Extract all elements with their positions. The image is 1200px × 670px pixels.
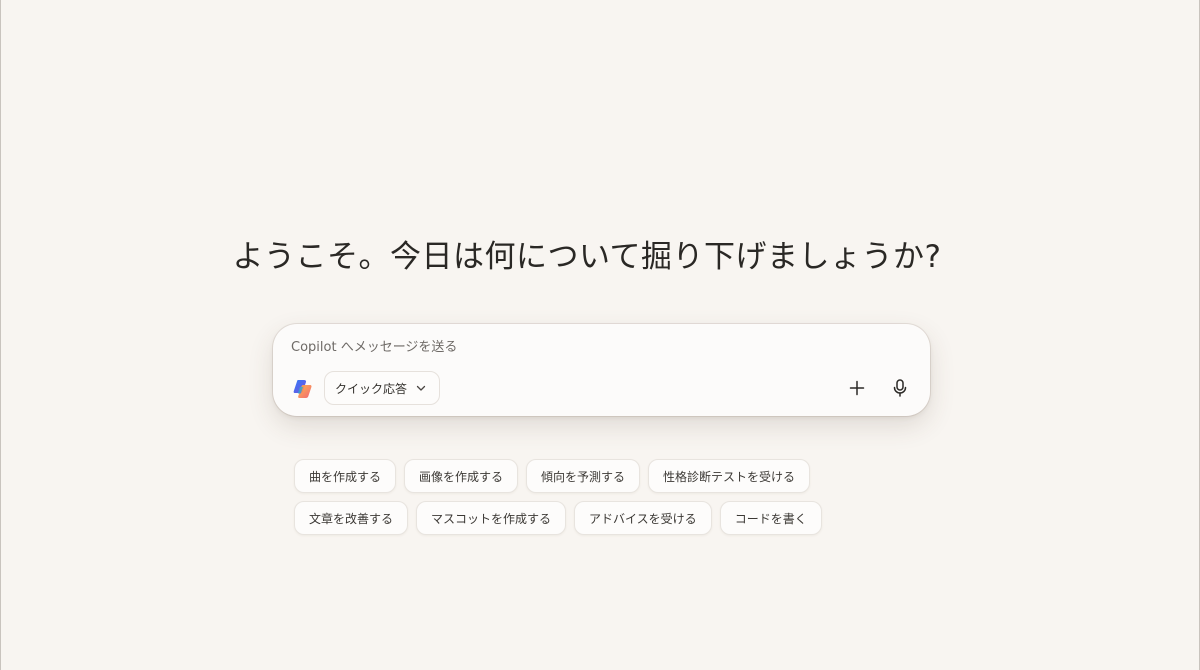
- chevron-down-icon: [416, 385, 426, 391]
- voice-input-button[interactable]: [886, 374, 914, 402]
- plus-icon: [849, 380, 865, 396]
- suggestion-chip-create-image[interactable]: 画像を作成する: [404, 459, 519, 493]
- add-attachment-button[interactable]: [843, 374, 871, 402]
- suggestion-row-1: 曲を作成する 画像を作成する 傾向を予測する 性格診断テストを受ける: [294, 459, 914, 493]
- response-mode-label: クイック応答: [335, 381, 408, 396]
- suggestion-chip-write-code[interactable]: コードを書く: [719, 501, 822, 535]
- suggestion-row-2: 文章を改善する マスコットを作成する アドバイスを受ける コードを書く: [294, 501, 914, 535]
- response-mode-dropdown[interactable]: クイック応答: [324, 371, 441, 405]
- welcome-heading: ようこそ。今日は何について掘り下げましょうか?: [232, 239, 942, 275]
- copilot-logo-icon[interactable]: [292, 378, 314, 400]
- suggestion-chips: 曲を作成する 画像を作成する 傾向を予測する 性格診断テストを受ける 文章を改善…: [294, 459, 914, 543]
- suggestion-chip-create-song[interactable]: 曲を作成する: [294, 459, 397, 493]
- message-input[interactable]: [291, 336, 911, 358]
- suggestion-chip-personality-test[interactable]: 性格診断テストを受ける: [648, 459, 811, 493]
- microphone-icon: [893, 379, 907, 397]
- suggestion-chip-create-mascot[interactable]: マスコットを作成する: [416, 501, 567, 535]
- message-composer: クイック応答: [273, 324, 930, 416]
- copilot-home-page: ようこそ。今日は何について掘り下げましょうか? Copilot へメッセージを送…: [0, 0, 1200, 670]
- suggestion-chip-get-advice[interactable]: アドバイスを受ける: [574, 501, 712, 535]
- suggestion-chip-predict-trends[interactable]: 傾向を予測する: [526, 459, 641, 493]
- suggestion-chip-improve-writing[interactable]: 文章を改善する: [294, 501, 409, 535]
